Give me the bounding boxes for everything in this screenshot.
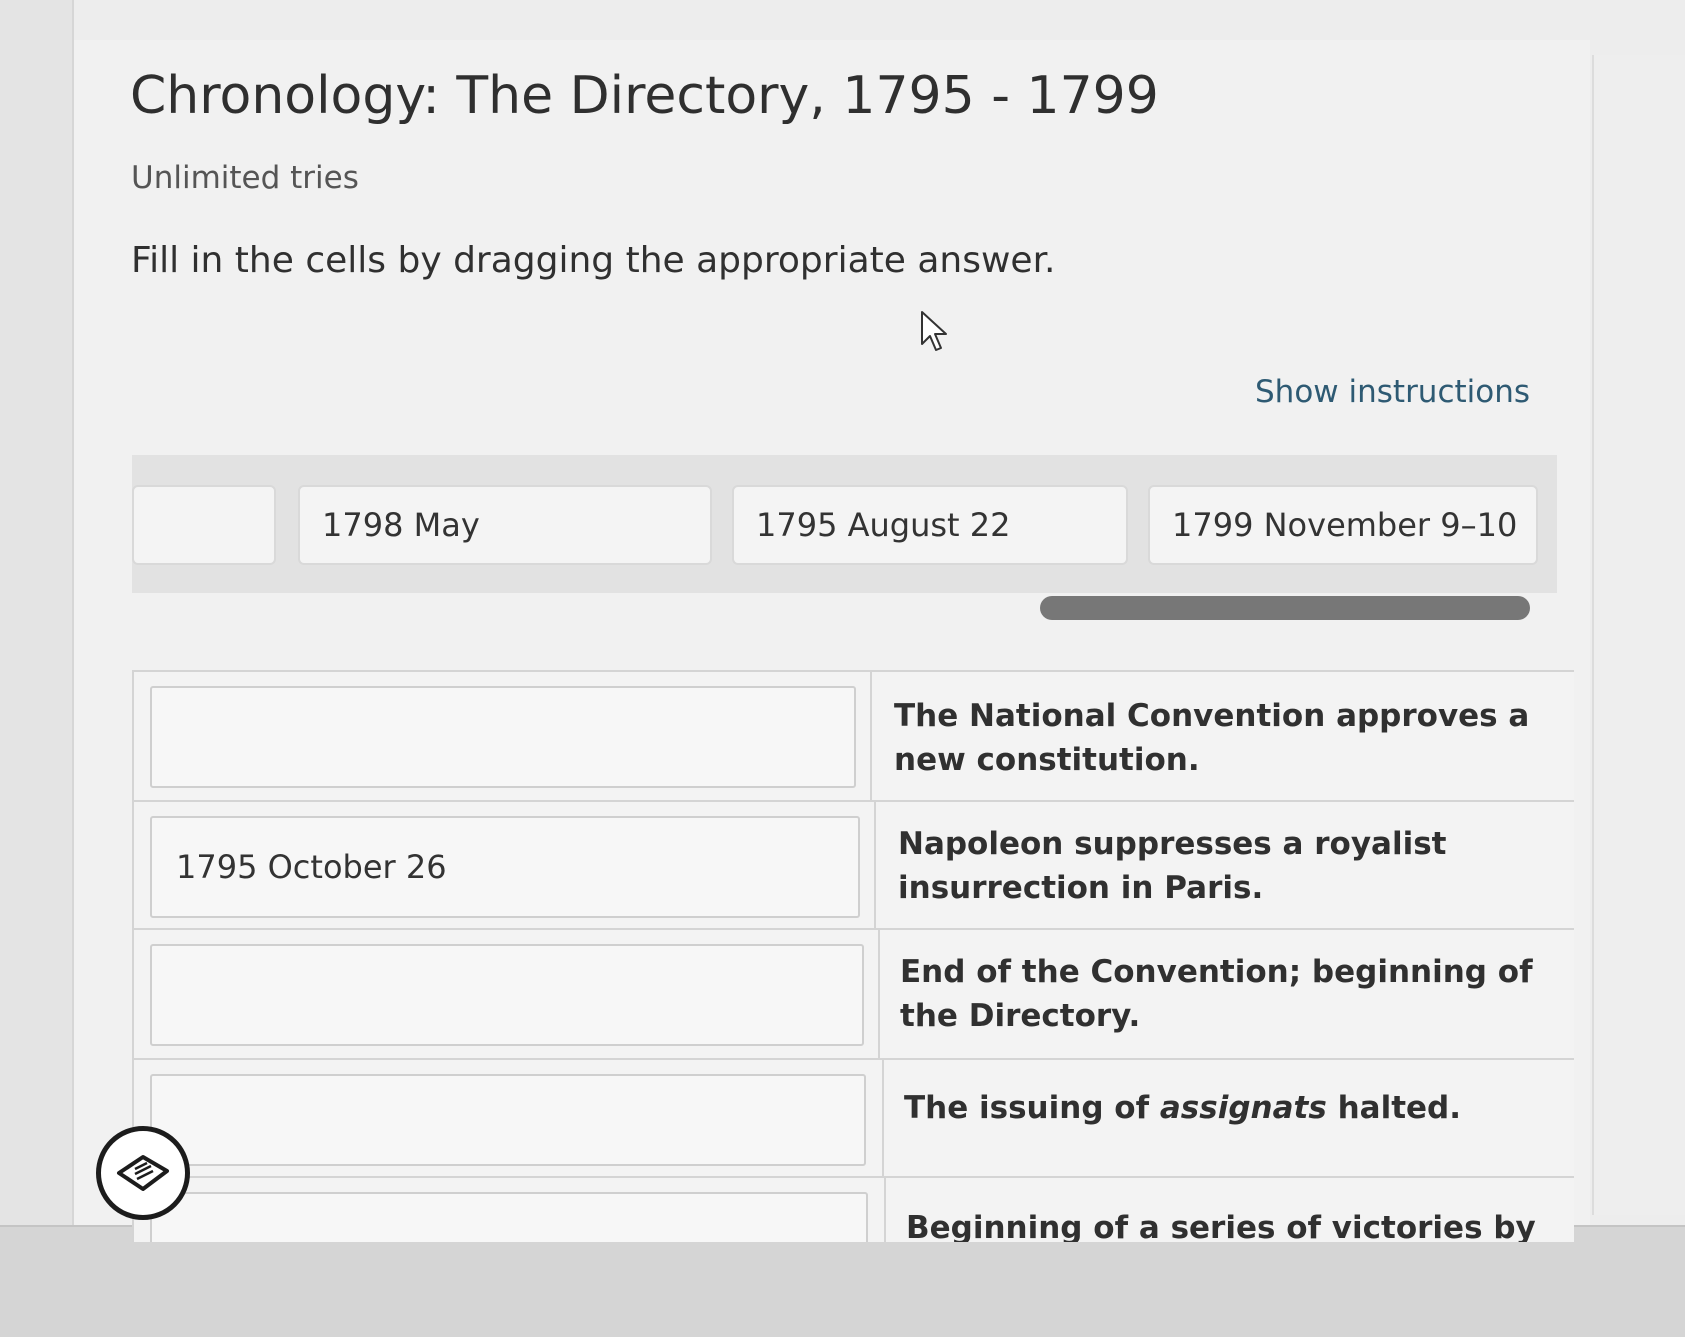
answer-bank-scrollbar[interactable] xyxy=(1040,596,1530,620)
table-row: The National Convention approves a new c… xyxy=(134,672,1574,802)
event-description: The National Convention approves a new c… xyxy=(894,698,1530,778)
table-row: The issuing of assignats halted. xyxy=(134,1060,1574,1178)
drop-cell[interactable] xyxy=(150,1074,866,1166)
left-gutter xyxy=(0,0,74,1260)
table-row: 1795 October 26 Napoleon suppresses a ro… xyxy=(134,802,1574,930)
answer-bank: 1798 May 1795 August 22 1799 November 9–… xyxy=(132,455,1557,593)
table-row: End of the Convention; beginning of the … xyxy=(134,930,1574,1060)
event-description: The issuing of assignats halted. xyxy=(904,1086,1564,1130)
answer-chip[interactable]: 1795 August 22 xyxy=(732,485,1128,565)
instruction-prompt: Fill in the cells by dragging the approp… xyxy=(131,240,1056,281)
tries-label: Unlimited tries xyxy=(131,160,359,196)
drop-cell[interactable] xyxy=(150,944,864,1046)
answer-chip[interactable]: 1799 November 9–10 xyxy=(1148,485,1538,565)
page-title: Chronology: The Directory, 1795 - 1799 xyxy=(130,66,1159,126)
event-text-suffix: halted. xyxy=(1326,1090,1462,1126)
drop-cell[interactable] xyxy=(150,686,856,788)
drop-cell[interactable] xyxy=(150,1192,868,1242)
event-text-italic: assignats xyxy=(1159,1090,1327,1126)
event-text-prefix: The issuing of xyxy=(904,1090,1160,1126)
answer-chip-partial[interactable] xyxy=(132,485,276,565)
right-gutter xyxy=(1592,55,1685,1215)
notepad-button[interactable] xyxy=(96,1126,190,1220)
event-description: Napoleon suppresses a royalist insurrect… xyxy=(898,826,1447,906)
drop-cell[interactable]: 1795 October 26 xyxy=(150,816,860,918)
event-description: Beginning of a series of victories by xyxy=(906,1210,1536,1242)
table-row: Beginning of a series of victories by xyxy=(134,1178,1574,1242)
event-description: End of the Convention; beginning of the … xyxy=(900,954,1533,1034)
notepad-icon xyxy=(117,1155,169,1191)
arrow-cursor-icon xyxy=(921,311,947,351)
answer-chip[interactable]: 1798 May xyxy=(298,485,712,565)
show-instructions-link[interactable]: Show instructions xyxy=(1255,374,1530,410)
chronology-table: The National Convention approves a new c… xyxy=(132,670,1574,1242)
